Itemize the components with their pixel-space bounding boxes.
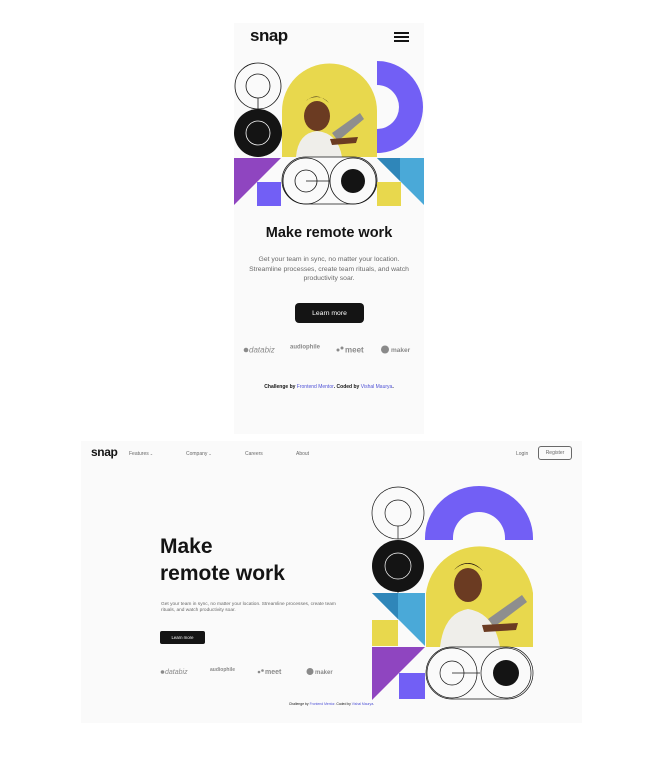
- meet-logo: meet: [336, 346, 364, 355]
- client-logos: databiz audiophile meet maker: [160, 667, 333, 676]
- hero-title: Make remote work: [265, 225, 393, 241]
- nav-careers[interactable]: Careers: [245, 451, 263, 457]
- client-logo-text: maker: [315, 670, 333, 676]
- chevron-down-icon: ⌄: [149, 451, 154, 456]
- nav-label: Company: [186, 451, 208, 457]
- chevron-down-icon: ⌄: [208, 451, 212, 456]
- attribution-footer: Challenge by Frontend Mentor. Coded by V…: [234, 384, 424, 390]
- hero-illustration: [234, 61, 424, 206]
- client-logo-text: meet: [345, 346, 364, 355]
- mobile-preview: snap Make remote work Get your team in s…: [234, 23, 424, 434]
- footer-text: Challenge by: [264, 384, 297, 390]
- nav-label: About: [296, 451, 310, 457]
- client-logo-text: maker: [391, 347, 411, 354]
- nav-company[interactable]: Company⌄: [186, 451, 212, 457]
- hero-subtitle: Get your team in sync, no matter your lo…: [161, 602, 336, 613]
- attribution-footer: Challenge by Frontend Mentor. Coded by V…: [81, 702, 582, 706]
- hero-subtitle: Get your team in sync, no matter your lo…: [249, 256, 409, 282]
- footer-text: . Coded by: [334, 702, 352, 706]
- nav-label: Features: [129, 451, 149, 457]
- author-link[interactable]: Vishal Maurya: [361, 384, 393, 390]
- hero-title-line: Make: [160, 535, 213, 558]
- author-link[interactable]: Vishal Maurya: [352, 702, 373, 706]
- login-link[interactable]: Login: [516, 451, 528, 457]
- logo[interactable]: snap: [91, 445, 118, 459]
- hero-title: Make remote work: [160, 533, 330, 587]
- frontend-mentor-link[interactable]: Frontend Mentor: [310, 702, 335, 706]
- nav-label: Careers: [245, 451, 263, 457]
- footer-text: .: [373, 702, 375, 706]
- meet-logo: meet: [257, 669, 282, 676]
- hero-title-line: remote work: [160, 562, 285, 585]
- client-logo-text: databiz: [249, 346, 275, 355]
- nav-features[interactable]: Features⌄: [129, 451, 153, 457]
- maker-logo: maker: [381, 345, 411, 354]
- hero-illustration: [371, 486, 534, 700]
- databiz-logo: databiz: [160, 669, 188, 676]
- desktop-preview: snap Features⌄ Company⌄ Careers About Lo…: [81, 441, 582, 723]
- learn-more-button[interactable]: Learn more: [160, 631, 205, 644]
- audiophile-logo: audiophile: [210, 667, 235, 673]
- footer-text: Challenge by: [288, 702, 310, 706]
- client-logos: databiz audiophile meet maker: [243, 345, 411, 355]
- client-logo-text: databiz: [165, 669, 188, 676]
- hamburger-menu-icon[interactable]: [394, 32, 409, 43]
- register-button[interactable]: Register: [538, 446, 572, 460]
- footer-text: . Coded by: [333, 384, 361, 390]
- frontend-mentor-link[interactable]: Frontend Mentor: [297, 384, 334, 390]
- databiz-logo: databiz: [243, 346, 275, 355]
- footer-text: .: [392, 384, 394, 390]
- client-logo-text: audiophile: [210, 667, 235, 673]
- learn-more-button[interactable]: Learn more: [295, 303, 364, 323]
- maker-logo: maker: [306, 668, 333, 676]
- logo[interactable]: snap: [250, 26, 288, 46]
- client-logo-text: audiophile: [290, 345, 321, 351]
- client-logo-text: meet: [265, 669, 282, 676]
- audiophile-logo: audiophile: [290, 345, 321, 351]
- nav-about[interactable]: About: [296, 451, 309, 457]
